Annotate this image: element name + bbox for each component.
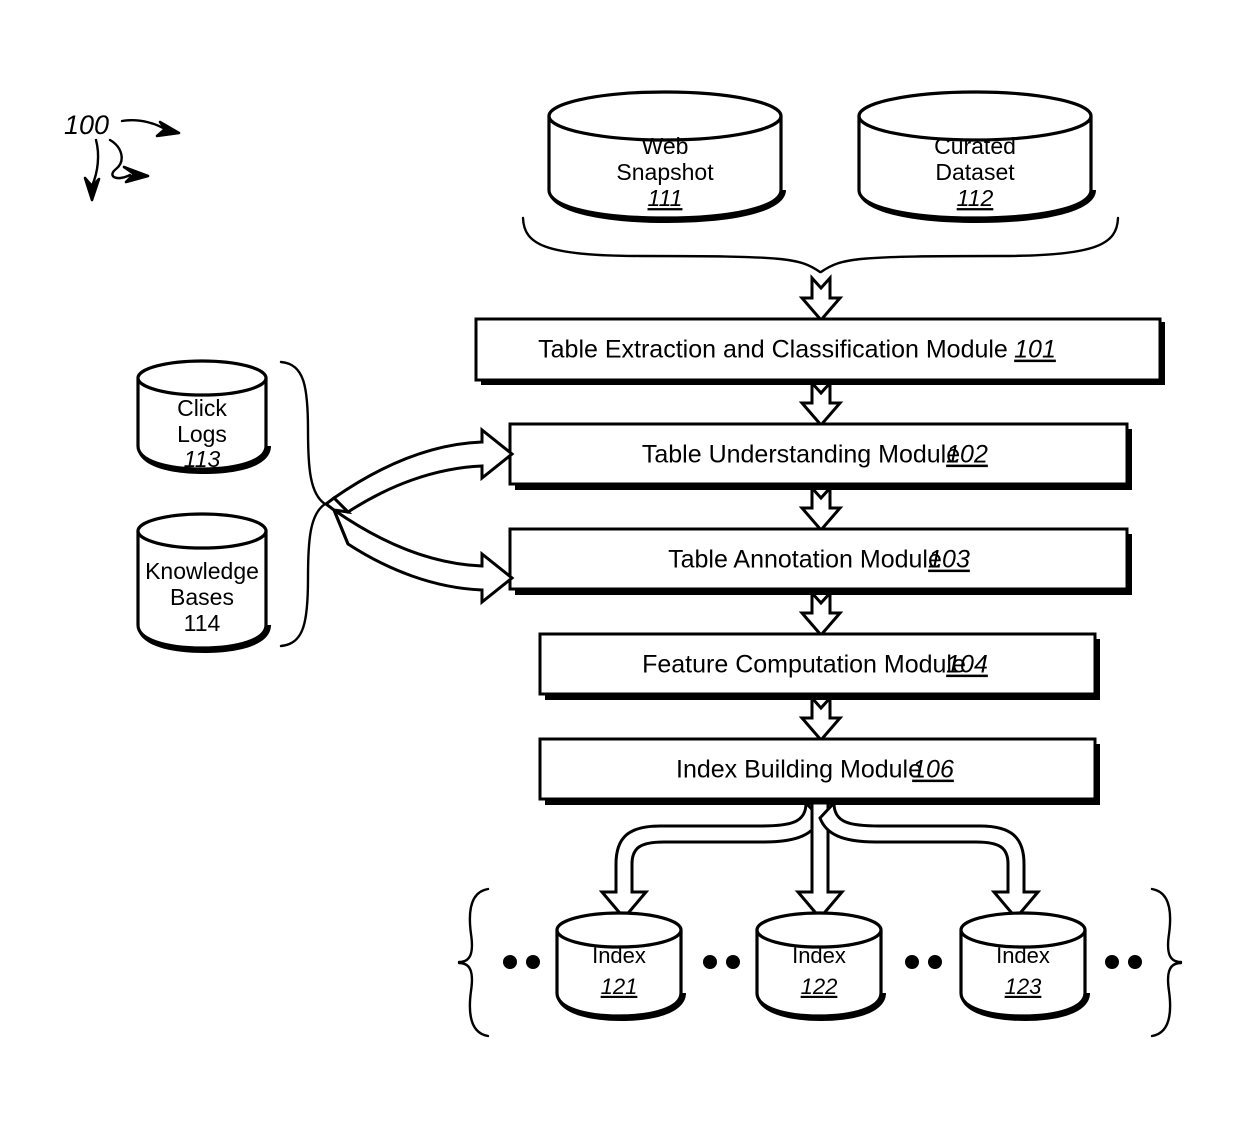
arrow-104-to-106: [798, 694, 844, 743]
indexes-left-brace-upper: [457, 887, 490, 964]
ellipsis-dot: [503, 955, 517, 969]
figure-leader-arrowhead-2: [122, 165, 150, 184]
index-122-ref: 122: [801, 974, 838, 999]
datastore-index-122: Index 122: [755, 911, 886, 1021]
side-brace-upper: [279, 360, 327, 506]
curated-dataset-label-line1: Curated: [934, 133, 1016, 159]
module-index-building[interactable]: Index Building Module 106: [538, 737, 1100, 805]
click-logs-top: [136, 359, 268, 397]
index-121-label: Index: [592, 943, 646, 968]
ellipsis-dot: [1128, 955, 1142, 969]
merge-brace-right: [819, 216, 1120, 274]
ellipsis-dot: [703, 955, 717, 969]
arrow-sources-to-table-extraction: [798, 274, 844, 323]
datastore-click-logs: Click Logs 113: [136, 359, 271, 474]
datastore-curated-dataset: Curated Dataset 112: [857, 90, 1096, 223]
module-table-extraction-and-classification[interactable]: Table Extraction and Classification Modu…: [474, 317, 1165, 385]
index-122-label: Index: [792, 943, 846, 968]
knowledge-bases-top: [136, 512, 268, 550]
ellipsis-dot: [928, 955, 942, 969]
click-logs-ref: 113: [184, 446, 221, 472]
branch-arrow-left: [598, 799, 822, 921]
datastore-web-snapshot: Web Snapshot 111: [547, 90, 786, 223]
module-106-label: Index Building Module: [676, 756, 922, 784]
branch-arrow-right: [818, 799, 1042, 921]
web-snapshot-label-line2: Snapshot: [616, 159, 714, 185]
arrow-102-to-103: [798, 484, 844, 533]
merge-brace-left: [521, 216, 822, 274]
module-101-label: Table Extraction and Classification Modu…: [538, 336, 1008, 364]
index-123-label: Index: [996, 943, 1050, 968]
ellipsis-dot: [526, 955, 540, 969]
system-architecture-diagram: 100 Web Snapshot 111 Curated Dataset 112: [64, 90, 1183, 1038]
web-snapshot-ref: 111: [648, 185, 683, 211]
top-sources-merge-brace: [521, 216, 1120, 274]
ellipsis-dot: [1105, 955, 1119, 969]
module-table-understanding[interactable]: Table Understanding Module 102: [508, 422, 1132, 490]
arrow-101-to-102: [798, 379, 844, 428]
ellipsis-dot: [905, 955, 919, 969]
forked-arrow-to-103: [330, 505, 515, 606]
indexes-right-brace-upper: [1150, 887, 1183, 964]
module-table-annotation[interactable]: Table Annotation Module 103: [508, 527, 1132, 595]
ellipsis-dot: [726, 955, 740, 969]
block-arrow-down: [798, 589, 844, 638]
index-121-ref: 121: [601, 974, 638, 999]
datastore-knowledge-bases: Knowledge Bases 114: [136, 512, 271, 653]
block-arrow-down: [798, 274, 844, 323]
arrow-103-to-104: [798, 589, 844, 638]
module-102-label: Table Understanding Module: [642, 441, 960, 469]
knowledge-bases-ref: 114: [184, 610, 221, 636]
figure-leader-line-2: [108, 138, 132, 180]
indexes-left-brace-lower: [457, 961, 490, 1038]
curated-dataset-label-line2: Dataset: [935, 159, 1015, 185]
click-logs-label-line1: Click: [177, 395, 227, 421]
block-arrow-down: [798, 484, 844, 533]
figure-number-label: 100: [64, 110, 109, 140]
diagram-canvas: 100 Web Snapshot 111 Curated Dataset 112: [0, 0, 1240, 1138]
indexes-right-brace: [1150, 887, 1183, 1038]
indexes-left-brace: [457, 887, 490, 1038]
figure-leader-arrowhead-3: [83, 176, 101, 202]
module-103-ref: 103: [928, 546, 970, 574]
module-103-label: Table Annotation Module: [668, 546, 942, 574]
side-brace-lower: [279, 502, 327, 648]
block-arrow-down: [798, 379, 844, 428]
side-sources-grouping-brace: [279, 360, 327, 648]
module-104-ref: 104: [946, 651, 988, 679]
knowledge-bases-label-line2: Bases: [170, 584, 234, 610]
curated-dataset-ref: 112: [957, 185, 994, 211]
arrows-index-building-to-indexes: [598, 799, 1042, 921]
knowledge-bases-label-line1: Knowledge: [145, 558, 259, 584]
module-feature-computation[interactable]: Feature Computation Module 104: [538, 632, 1100, 700]
click-logs-label-line2: Logs: [177, 421, 227, 447]
datastore-index-123: Index 123: [959, 911, 1090, 1021]
block-arrow-down: [798, 694, 844, 743]
datastore-index-121: Index 121: [555, 911, 686, 1021]
figure-reference-group: 100: [64, 110, 181, 202]
module-104-label: Feature Computation Module: [642, 651, 966, 679]
figure-leader-arrowhead-1: [155, 120, 181, 138]
forked-arrow-to-102: [331, 426, 515, 514]
module-101-ref: 101: [1014, 336, 1056, 364]
module-106-ref: 106: [912, 756, 954, 784]
index-123-ref: 123: [1005, 974, 1042, 999]
indexes-right-brace-lower: [1150, 961, 1183, 1038]
module-102-ref: 102: [946, 441, 988, 469]
arrow-side-sources-to-modules: [323, 426, 515, 606]
web-snapshot-label-line1: Web: [642, 133, 689, 159]
